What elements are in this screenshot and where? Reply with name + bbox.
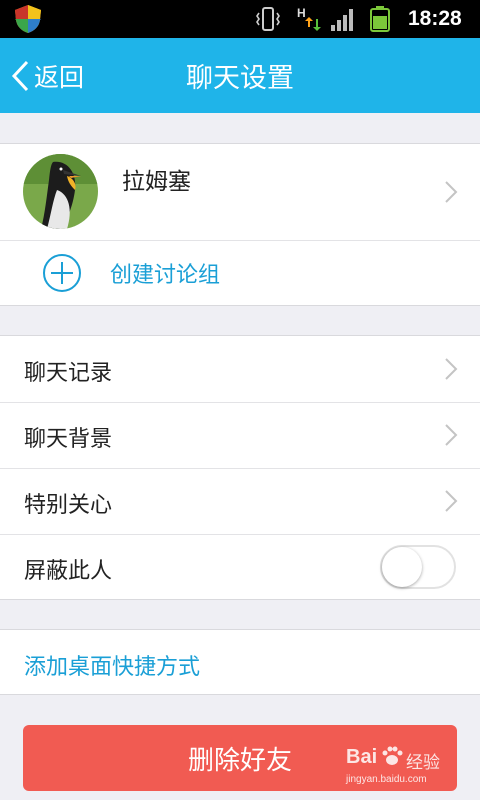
plus-circle-icon	[43, 254, 81, 292]
title-bar: 返回 聊天设置	[0, 38, 480, 113]
chevron-right-icon	[445, 424, 458, 446]
baidu-watermark: Bai 经验 jingyan.baidu.com	[346, 742, 456, 792]
settings-item-label: 聊天记录	[24, 361, 113, 386]
chevron-right-icon	[445, 358, 458, 380]
settings-item-chat-history[interactable]: 聊天记录	[0, 336, 480, 402]
watermark-brand-cn: 经验	[406, 753, 440, 772]
contact-group: 拉姆塞 创建讨论组	[0, 143, 480, 306]
status-time: 18:28	[408, 7, 462, 30]
delete-friend-label: 删除好友	[187, 745, 292, 776]
svg-text:H: H	[297, 6, 306, 20]
chevron-right-icon	[445, 490, 458, 512]
settings-item-label: 屏蔽此人	[24, 559, 113, 584]
page-title: 聊天设置	[186, 63, 294, 94]
vibrate-icon	[256, 7, 280, 31]
battery-icon	[370, 6, 390, 32]
shortcut-group: 添加桌面快捷方式	[0, 629, 480, 695]
create-group-label: 创建讨论组	[110, 263, 221, 288]
create-group-row[interactable]: 创建讨论组	[0, 241, 480, 305]
settings-item-label: 聊天背景	[24, 427, 113, 452]
chevron-right-icon	[445, 181, 458, 203]
settings-item-special-care[interactable]: 特别关心	[0, 469, 480, 534]
settings-item-block: 屏蔽此人	[0, 535, 480, 599]
signal-icon	[331, 9, 353, 31]
settings-item-chat-background[interactable]: 聊天背景	[0, 403, 480, 468]
settings-group: 聊天记录 聊天背景 特别关心 屏蔽此人	[0, 335, 480, 600]
block-toggle[interactable]	[380, 545, 456, 589]
settings-item-label: 特别关心	[24, 493, 113, 518]
watermark-brand: Bai	[346, 746, 378, 768]
toggle-knob	[382, 547, 422, 587]
status-bar: H 18:28	[0, 0, 480, 38]
add-shortcut-label: 添加桌面快捷方式	[24, 655, 201, 680]
add-shortcut-row[interactable]: 添加桌面快捷方式	[0, 630, 480, 694]
shield-icon	[15, 5, 41, 33]
contact-row[interactable]: 拉姆塞	[0, 144, 480, 240]
avatar	[23, 154, 98, 229]
paw-icon	[382, 746, 403, 765]
watermark-site: jingyan.baidu.com	[346, 774, 427, 785]
contact-name: 拉姆塞	[122, 169, 191, 195]
h-network-icon: H	[297, 6, 321, 31]
